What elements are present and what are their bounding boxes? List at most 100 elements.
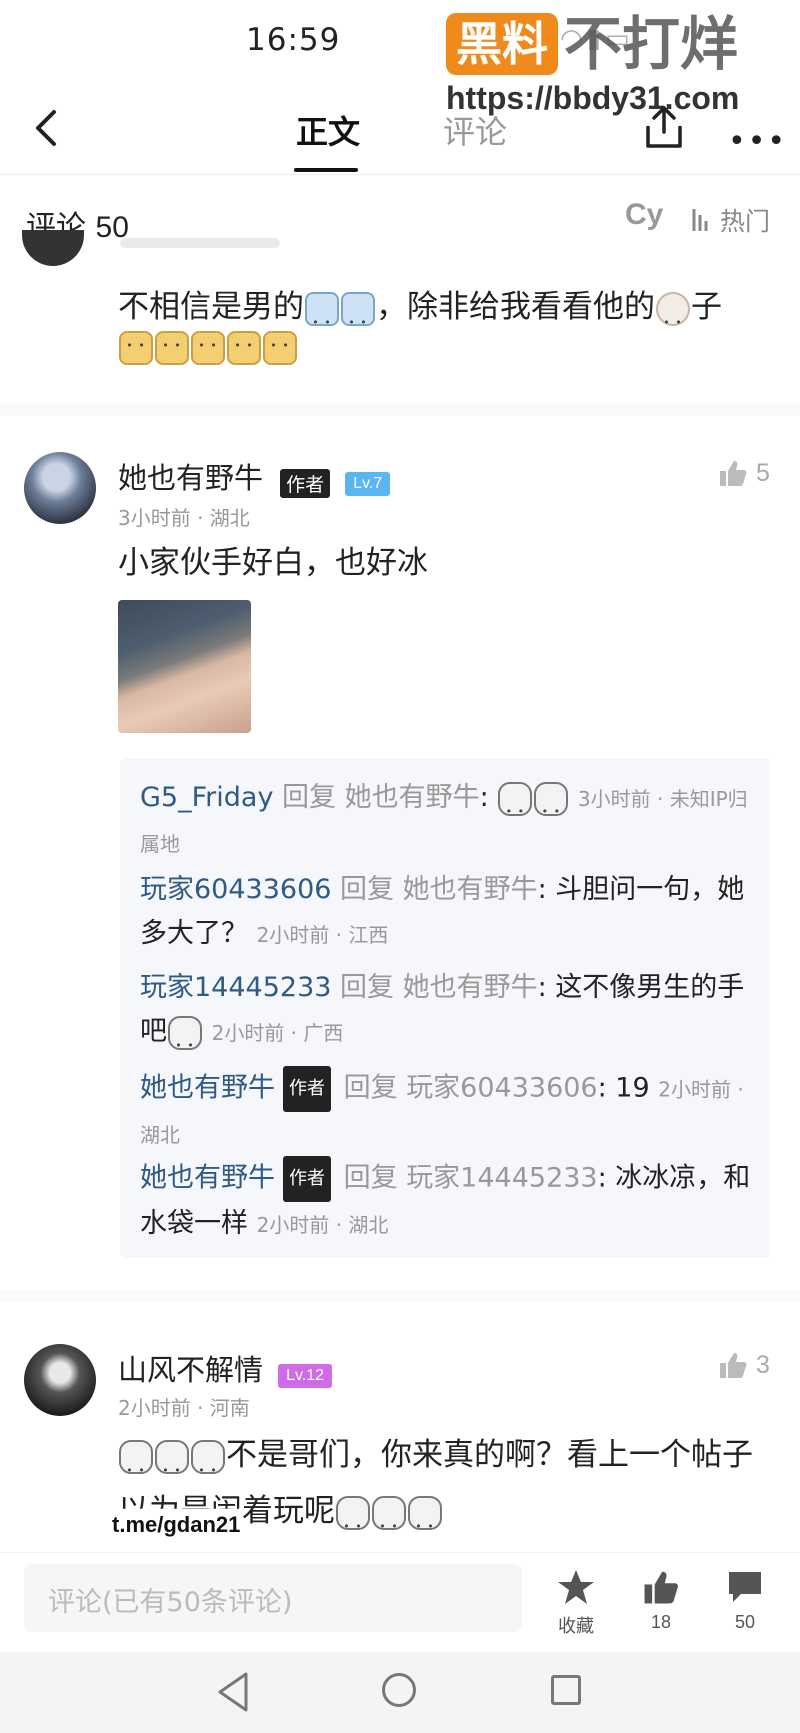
like-post-count: 18 — [650, 1612, 672, 1632]
author-badge: 作者 — [280, 469, 331, 498]
reply-verb: 回复 — [343, 1072, 398, 1104]
dog-emoji-icon — [191, 1439, 225, 1494]
comment-text-part: 不相信是男的 — [118, 289, 304, 325]
dog-emoji-icon — [498, 781, 533, 834]
comment-text-line: 不是哥们，你来真的啊？看上一个帖子 — [226, 1437, 753, 1473]
favorite-button[interactable]: 收藏 — [541, 1568, 611, 1638]
more-icon[interactable]: ••• — [728, 124, 787, 159]
reply-meta: 2小时前 · 广西 — [211, 1021, 344, 1045]
reply-target: 她也有野牛 — [344, 782, 480, 813]
comment-text-part: 子 — [691, 289, 722, 325]
reply-meta: 2小时前 · 湖北 — [256, 1213, 389, 1237]
dog-emoji-icon — [408, 1495, 442, 1550]
thumbs-up-icon — [720, 461, 747, 486]
comment-text: 小家伙手好白，也好冰 — [118, 545, 428, 581]
dog-emoji-icon — [336, 1495, 370, 1550]
back-icon[interactable] — [28, 108, 68, 148]
favorite-label: 收藏 — [558, 1616, 594, 1636]
like-count: 5 — [756, 458, 770, 487]
reply-username[interactable]: 她也有野牛 — [140, 1073, 275, 1104]
reply-target: 她也有野牛 — [402, 972, 538, 1003]
telegram-watermark: t.me/gdan21 — [112, 1512, 241, 1537]
reply-username[interactable]: 玩家60433606 — [140, 874, 331, 905]
sort-icon — [692, 209, 708, 231]
comment-text: 不是哥们，你来真的啊？看上一个帖子 — [118, 1432, 753, 1494]
cat-emoji-icon — [191, 331, 225, 365]
reply-verb: 回复 — [343, 1162, 398, 1194]
comment-image[interactable] — [118, 600, 251, 733]
status-time: 16:59 — [246, 22, 341, 58]
cow-emoji-icon — [656, 291, 690, 346]
reply-text: : 19 — [597, 1072, 650, 1104]
cat-emoji-icon — [263, 331, 297, 365]
watermark-brand: 黑料 — [446, 13, 558, 75]
like-button[interactable]: 5 — [718, 458, 770, 488]
reply-item[interactable]: 玩家60433606 回复 她也有野牛: 斗胆问一句，她多大了？ 2小时前 · … — [140, 868, 760, 957]
comment-input[interactable]: 评论(已有50条评论) — [24, 1564, 522, 1632]
reply-verb: 回复 — [282, 782, 337, 813]
cat-emoji-icon — [119, 331, 153, 365]
reply-target: 玩家60433606 — [406, 1072, 598, 1104]
share-icon[interactable] — [644, 104, 684, 150]
reply-verb: 回复 — [340, 874, 395, 905]
dog-emoji-icon — [372, 1495, 406, 1550]
reply-item[interactable]: 她也有野牛 作者 回复 玩家60433606: 19 2小时前 · 湖北 — [140, 1066, 760, 1157]
reply-target: 玩家14445233 — [406, 1162, 598, 1194]
comment-text-line: 着玩呢 — [242, 1493, 335, 1529]
sad-emoji-icon — [341, 291, 375, 346]
comment-author-row: 她也有野牛 作者 Lv.7 — [118, 455, 391, 498]
sad-emoji-icon — [305, 291, 339, 346]
avatar[interactable] — [24, 1344, 96, 1416]
comment-meta-cut — [120, 238, 280, 248]
author-badge: 作者 — [283, 1066, 331, 1112]
thumbs-up-icon — [644, 1571, 678, 1604]
dog-emoji-icon — [119, 1439, 153, 1494]
system-home-icon[interactable] — [382, 1673, 416, 1707]
sort-cy-button[interactable]: Cy — [625, 198, 663, 232]
reply-username[interactable]: 玩家14445233 — [140, 972, 331, 1003]
comment-meta: 2小时前 · 河南 — [118, 1396, 250, 1420]
comment-meta: 3小时前 · 湖北 — [118, 506, 250, 530]
cat-emoji-icon — [155, 331, 189, 365]
avatar[interactable] — [22, 230, 84, 266]
avatar[interactable] — [24, 452, 96, 524]
dog-emoji-icon — [155, 1439, 189, 1494]
star-icon — [558, 1570, 594, 1604]
like-count: 3 — [756, 1350, 770, 1379]
reply-verb: 回复 — [340, 972, 395, 1003]
nav-divider — [0, 174, 800, 175]
comment-separator — [0, 1290, 800, 1302]
comment-separator — [0, 404, 800, 416]
tab-comments[interactable]: 评论 — [443, 107, 507, 153]
reply-item[interactable]: 她也有野牛 作者 回复 玩家14445233: 冰冰凉，和水袋一样 2小时前 · … — [140, 1156, 760, 1247]
level-badge: Lv.7 — [345, 471, 391, 496]
reply-username[interactable]: 她也有野牛 — [140, 1163, 275, 1194]
reply-text: : — [479, 782, 489, 813]
active-tab-indicator — [294, 168, 358, 172]
comment-text: 不相信是男的 ，除非给我看看他的子 — [118, 284, 722, 346]
username[interactable]: 她也有野牛 — [118, 461, 263, 495]
comment-bubble-icon — [729, 1572, 761, 1602]
sort-hot-label: 热门 — [720, 207, 771, 236]
cat-emoji-icon — [227, 331, 261, 365]
dog-emoji-icon — [168, 1015, 202, 1068]
sort-hot-button[interactable]: 热门 — [690, 202, 770, 238]
emoji-row — [118, 331, 298, 365]
comment-count: 50 — [734, 1612, 756, 1632]
username[interactable]: 山风不解情 — [118, 1353, 263, 1387]
level-badge: Lv.12 — [278, 1363, 333, 1388]
tab-main-text[interactable]: 正文 — [296, 107, 360, 153]
system-recent-apps-icon[interactable] — [551, 1675, 581, 1705]
like-button[interactable]: 3 — [718, 1350, 770, 1380]
reply-username[interactable]: G5_Friday — [140, 782, 273, 813]
thumbs-up-icon — [720, 1353, 747, 1378]
comment-button[interactable]: 50 — [710, 1568, 780, 1633]
author-badge: 作者 — [283, 1156, 331, 1202]
system-back-icon[interactable] — [216, 1670, 250, 1714]
like-post-button[interactable]: 18 — [626, 1568, 696, 1633]
reply-item[interactable]: 玩家14445233 回复 她也有野牛: 这不像男生的手吧 2小时前 · 广西 — [140, 966, 760, 1068]
comment-author-row: 山风不解情 Lv.12 — [118, 1347, 333, 1389]
reply-target: 她也有野牛 — [402, 874, 538, 905]
reply-meta: 2小时前 · 江西 — [256, 923, 389, 947]
reply-item[interactable]: G5_Friday 回复 她也有野牛: 3小时前 · 未知IP归属地 — [140, 776, 760, 866]
